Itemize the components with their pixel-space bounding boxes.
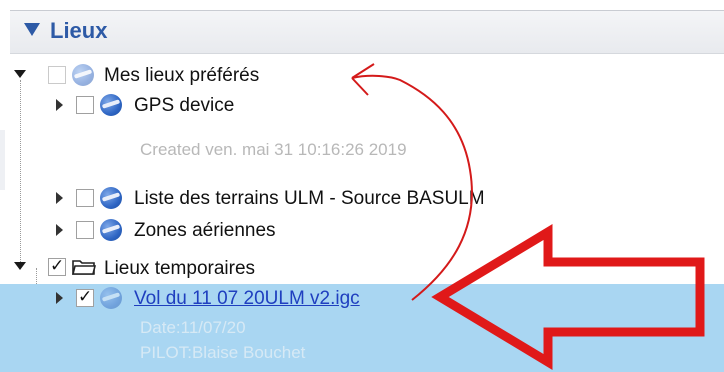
collapse-triangle-icon[interactable] [24,23,40,36]
expand-right-icon[interactable] [56,292,63,304]
globe-icon [100,187,122,209]
checkbox-icon[interactable] [76,189,94,207]
globe-icon [72,64,94,86]
expand-right-icon[interactable] [56,99,63,111]
globe-icon [100,94,122,116]
flight-date: Date:11/07/20 [140,318,246,337]
tree-guide-line [20,80,21,268]
globe-icon [100,287,122,309]
flight-link[interactable]: Vol du 11 07 20ULM v2.igc [134,288,360,310]
checkbox-icon[interactable] [48,256,66,276]
tree-item-label: GPS device [134,95,235,116]
created-note: Created ven. mai 31 10:16:26 2019 [140,140,407,159]
annotation-curve-arrowhead [351,63,375,96]
folder-icon [72,260,96,275]
tree-item-label: Lieux temporaires [104,258,256,279]
tree-item-label: Zones aériennes [134,220,276,241]
panel-edge [0,130,5,190]
checkbox-icon[interactable] [76,287,94,307]
tree-item-label: Liste des terrains ULM - Source BASULM [134,188,485,209]
tree-item-label: Mes lieux préférés [104,65,260,86]
expand-right-icon[interactable] [56,192,63,204]
checkbox-icon[interactable] [76,221,94,239]
header-title: Lieux [50,18,108,43]
flight-pilot: PILOT:Blaise Bouchet [140,343,306,362]
places-panel: Lieux Mes lieux préférés GPS device Crea… [0,0,724,372]
expand-down-icon[interactable] [14,262,26,270]
expand-right-icon[interactable] [56,224,63,236]
places-header[interactable]: Lieux [10,10,724,54]
globe-icon [100,219,122,241]
checkbox-icon[interactable] [48,66,66,84]
checkbox-icon[interactable] [76,96,94,114]
expand-down-icon[interactable] [14,70,26,78]
